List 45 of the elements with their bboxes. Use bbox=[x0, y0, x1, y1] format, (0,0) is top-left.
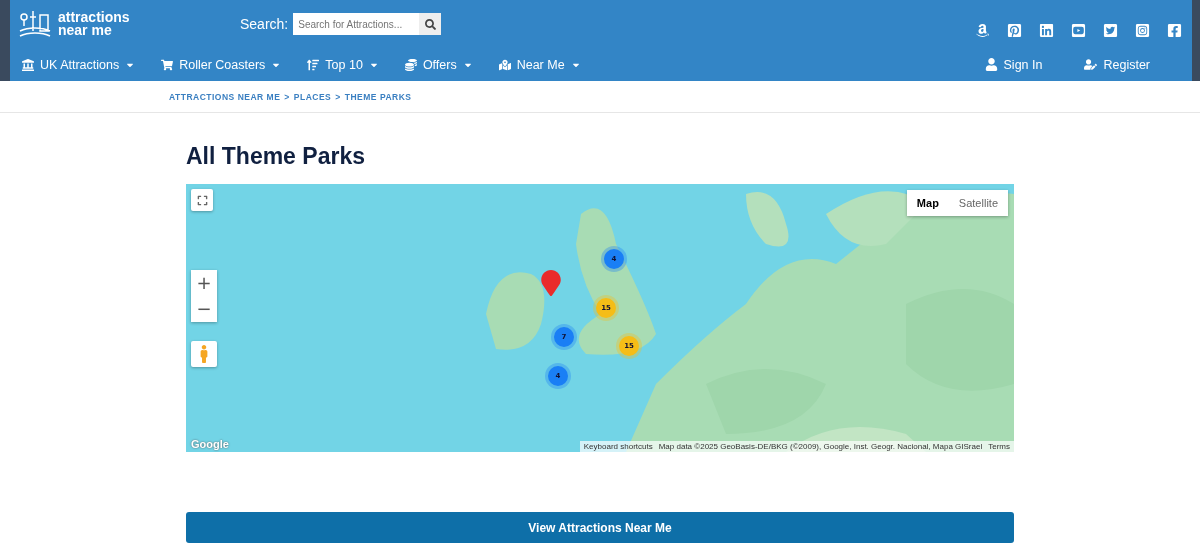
site-logo[interactable]: attractions near me bbox=[58, 11, 130, 37]
linkedin-icon[interactable] bbox=[1039, 22, 1054, 38]
nav-menu-item[interactable]: Top 10 bbox=[307, 57, 379, 72]
breadcrumb-link[interactable]: PLACES bbox=[293, 91, 332, 102]
pegman-icon[interactable] bbox=[191, 341, 217, 367]
youtube-icon[interactable] bbox=[1071, 22, 1086, 38]
landmark-icon bbox=[22, 58, 34, 71]
logo-icon bbox=[18, 9, 52, 39]
map-attribution[interactable]: Map data ©2025 GeoBasis-DE/BKG (©2009), Google, Inst. Geogr. Nacional, Mapa GISrael bbox=[658, 442, 983, 451]
user-edit-icon bbox=[1084, 58, 1098, 71]
amazon-icon[interactable] bbox=[975, 22, 990, 38]
account-link[interactable]: Sign In bbox=[984, 57, 1043, 72]
sort-icon bbox=[307, 58, 320, 71]
pinterest-icon[interactable] bbox=[1007, 22, 1022, 38]
zoom-out-button[interactable]: − bbox=[191, 296, 217, 322]
cart-icon bbox=[161, 58, 174, 71]
fullscreen-icon bbox=[196, 194, 208, 206]
page-title: All Theme Parks bbox=[186, 143, 366, 170]
map-type-tab[interactable]: Satellite bbox=[948, 190, 1008, 216]
view-attractions-button[interactable]: View Attractions Near Me bbox=[186, 512, 1014, 543]
user-icon bbox=[984, 58, 998, 71]
nav-menu-item[interactable]: Near Me bbox=[498, 57, 581, 72]
map-attribution[interactable]: Terms bbox=[988, 442, 1010, 451]
twitter-icon[interactable] bbox=[1103, 22, 1118, 38]
fullscreen-button[interactable] bbox=[191, 189, 213, 211]
search-button[interactable] bbox=[419, 13, 442, 35]
breadcrumb-link[interactable]: ATTRACTIONS NEAR ME bbox=[169, 91, 281, 102]
map-attribution[interactable]: Keyboard shortcuts bbox=[583, 442, 653, 451]
nav-menu-item[interactable]: Roller Coasters bbox=[161, 57, 282, 72]
coins-icon bbox=[404, 58, 417, 71]
map-type-tab[interactable]: Map bbox=[906, 190, 949, 216]
nav-menu-item[interactable]: Offers bbox=[404, 57, 473, 72]
map-icon bbox=[498, 58, 511, 71]
map-logo: Google bbox=[191, 438, 229, 450]
account-link[interactable]: Register bbox=[1084, 57, 1150, 72]
zoom-in-button[interactable]: + bbox=[191, 270, 217, 296]
search-label: Search: bbox=[240, 16, 289, 32]
instagram-icon[interactable] bbox=[1135, 22, 1150, 38]
breadcrumb-link[interactable]: THEME PARKS bbox=[344, 91, 412, 102]
breadcrumb-separator: > bbox=[335, 91, 341, 102]
breadcrumb-separator: > bbox=[284, 91, 290, 102]
map-pin-icon[interactable] bbox=[540, 270, 562, 296]
facebook-icon[interactable] bbox=[1167, 22, 1182, 38]
search-icon bbox=[424, 18, 436, 30]
nav-menu-item[interactable]: UK Attractions bbox=[22, 57, 136, 72]
